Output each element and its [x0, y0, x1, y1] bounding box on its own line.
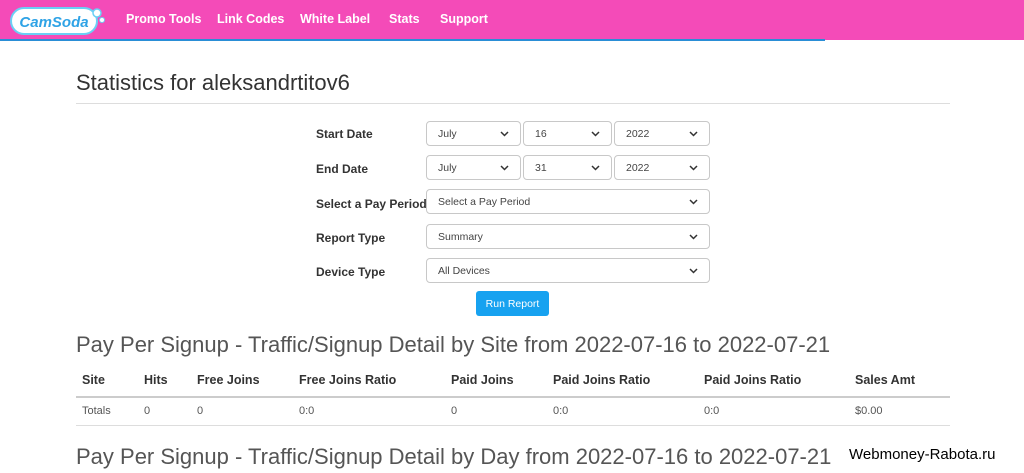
- chevron-down-icon: [688, 163, 698, 173]
- table-cell: 0:0: [553, 405, 569, 417]
- chevron-down-icon: [499, 129, 509, 139]
- day-table-title: Pay Per Signup - Traffic/Signup Detail b…: [76, 444, 832, 469]
- page-title: Statistics for aleksandrtitov6: [76, 70, 350, 95]
- chevron-down-icon: [499, 163, 509, 173]
- col-header-free-joins-ratio: Free Joins Ratio: [299, 373, 397, 387]
- start-year-select[interactable]: 2022: [614, 121, 710, 146]
- table-cell: $0.00: [855, 405, 883, 417]
- svg-text:CamSoda: CamSoda: [19, 14, 88, 31]
- top-nav-bar: CamSoda Promo Tools Link Codes White Lab…: [0, 0, 1024, 40]
- end-year-select[interactable]: 2022: [614, 155, 710, 180]
- start-month-select[interactable]: July: [426, 121, 521, 146]
- table-cell: 0:0: [299, 405, 315, 417]
- col-header-paid-joins-ratio-2: Paid Joins Ratio: [704, 373, 802, 387]
- table-cell: 0: [197, 405, 204, 417]
- run-report-button[interactable]: Run Report: [476, 291, 549, 316]
- site-table-title: Pay Per Signup - Traffic/Signup Detail b…: [76, 332, 831, 357]
- nav-support[interactable]: Support: [440, 12, 488, 26]
- start-day-select[interactable]: 16: [523, 121, 612, 146]
- start-date-label: Start Date: [316, 127, 373, 141]
- col-header-paid-joins-ratio: Paid Joins Ratio: [553, 373, 651, 387]
- nav-white-label[interactable]: White Label: [300, 12, 370, 26]
- chevron-down-icon: [688, 197, 698, 207]
- table-cell: 0:0: [704, 405, 720, 417]
- camsoda-logo[interactable]: CamSoda: [10, 6, 105, 36]
- end-month-select[interactable]: July: [426, 155, 521, 180]
- chevron-down-icon: [590, 129, 600, 139]
- col-header-free-joins: Free Joins: [197, 373, 260, 387]
- col-header-hits: Hits: [144, 373, 168, 387]
- title-divider: [76, 103, 950, 104]
- device-type-label: Device Type: [316, 265, 386, 279]
- table-header-divider: [76, 396, 950, 398]
- chevron-down-icon: [688, 266, 698, 276]
- chevron-down-icon: [688, 129, 698, 139]
- table-bottom-divider: [76, 425, 950, 426]
- chevron-down-icon: [688, 232, 698, 242]
- device-type-select[interactable]: All Devices: [426, 258, 710, 283]
- end-date-label: End Date: [316, 162, 369, 176]
- nav-stats[interactable]: Stats: [389, 12, 420, 26]
- chevron-down-icon: [590, 163, 600, 173]
- col-header-sales-amt: Sales Amt: [855, 373, 915, 387]
- end-day-select[interactable]: 31: [523, 155, 612, 180]
- nav-link-codes[interactable]: Link Codes: [217, 12, 284, 26]
- nav-promo-tools[interactable]: Promo Tools: [126, 12, 201, 26]
- table-cell: Totals: [82, 405, 111, 417]
- watermark-text: Webmoney-Rabota.ru: [847, 446, 998, 463]
- header-accent-line: [0, 39, 825, 41]
- table-cell: 0: [144, 405, 151, 417]
- report-type-label: Report Type: [316, 231, 386, 245]
- col-header-site: Site: [82, 373, 105, 387]
- table-cell: 0: [451, 405, 458, 417]
- report-type-select[interactable]: Summary: [426, 224, 710, 249]
- pay-period-label: Select a Pay Period: [316, 197, 427, 211]
- col-header-paid-joins: Paid Joins: [451, 373, 514, 387]
- pay-period-select[interactable]: Select a Pay Period: [426, 189, 710, 214]
